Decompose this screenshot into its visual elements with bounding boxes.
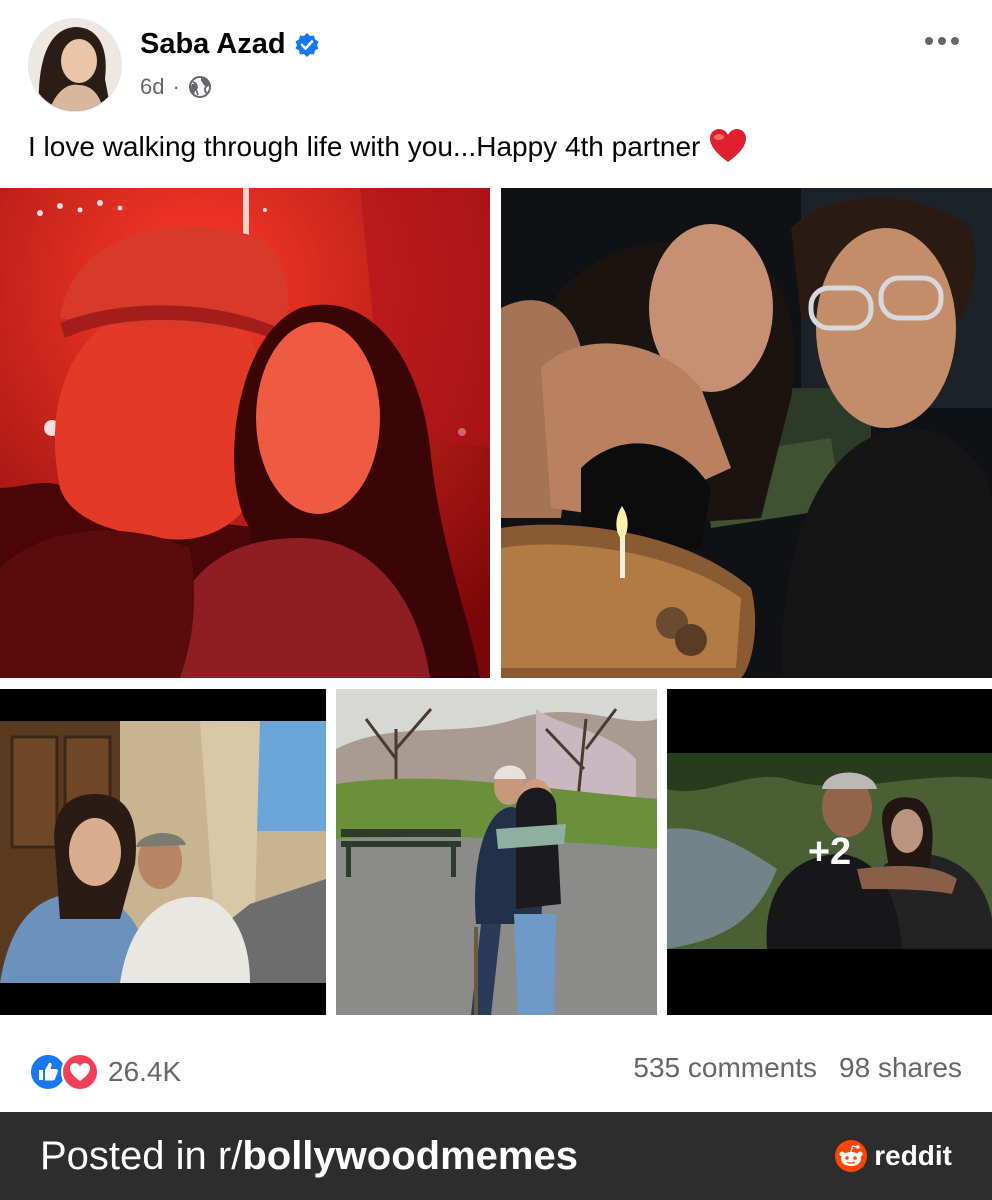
reddit-wordmark: reddit — [874, 1140, 952, 1171]
photo-4[interactable] — [336, 689, 657, 1015]
more-options-icon[interactable] — [922, 26, 962, 56]
posted-in-prefix: Posted in r/ — [40, 1133, 243, 1178]
subreddit-attribution: Posted in r/bollywoodmemes — [40, 1134, 578, 1179]
shares-count[interactable]: 98 shares — [839, 1052, 962, 1084]
more-photos-overlay[interactable]: +2 — [667, 689, 992, 1015]
reaction-count[interactable]: 26.4K — [108, 1056, 181, 1088]
subreddit-name[interactable]: bollywoodmemes — [242, 1134, 578, 1178]
post-caption: I love walking through life with you...H… — [28, 128, 748, 164]
more-photos-count[interactable]: +2 — [808, 831, 851, 874]
photo-3[interactable] — [0, 689, 326, 1015]
reaction-icons — [28, 1052, 102, 1092]
globe-icon — [188, 76, 211, 98]
author-name-text[interactable]: Saba Azad — [140, 28, 286, 61]
post-meta: 6d · — [140, 74, 212, 100]
engagement-stats: 535 comments 98 shares — [633, 1052, 962, 1084]
photo-5[interactable]: +2 — [667, 689, 992, 1015]
post-header: Saba Azad 6d · — [0, 0, 992, 120]
meta-separator: · — [172, 74, 180, 99]
verified-badge-icon — [295, 32, 319, 57]
reactions-summary[interactable]: 26.4K — [28, 1050, 181, 1094]
reddit-footer-banner: Posted in r/bollywoodmemes reddit — [0, 1112, 992, 1200]
author-avatar[interactable] — [28, 18, 122, 112]
photo-1[interactable] — [0, 188, 490, 678]
photo-2[interactable] — [501, 188, 992, 678]
comments-count[interactable]: 535 comments — [633, 1052, 817, 1084]
love-icon — [61, 1053, 99, 1091]
author-name[interactable]: Saba Azad — [140, 28, 320, 61]
reddit-snoo-icon — [835, 1140, 868, 1172]
caption-text: I love walking through life with you...H… — [28, 131, 701, 162]
reddit-logo[interactable]: reddit — [834, 1139, 952, 1173]
post-time[interactable]: 6d — [140, 74, 164, 100]
red-heart-icon — [710, 129, 747, 162]
